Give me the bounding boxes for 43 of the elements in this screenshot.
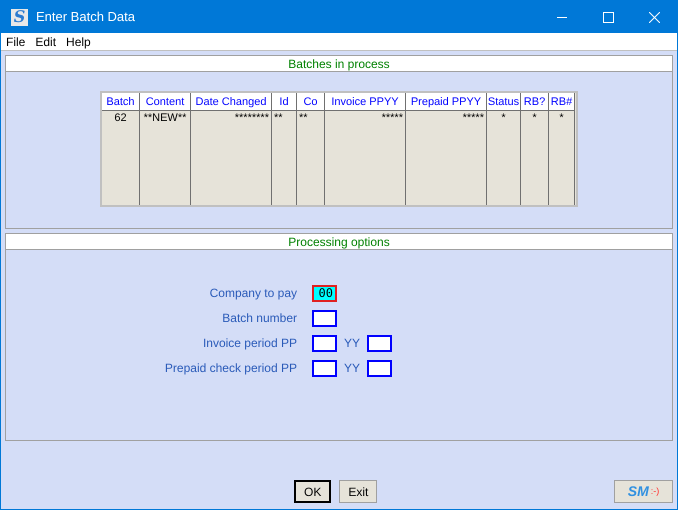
- column-header[interactable]: RB?: [521, 93, 548, 111]
- section-header: Processing options: [5, 233, 673, 250]
- table-cell-text: ********: [234, 111, 270, 125]
- section-header: Batches in process: [5, 55, 673, 72]
- table-cell-text: *: [558, 111, 565, 125]
- field-label: Company to pay: [208, 285, 298, 302]
- dialog-button[interactable]: OK: [294, 480, 332, 503]
- column-header[interactable]: Invoice PPYY: [325, 93, 405, 111]
- field-label: YY: [343, 360, 362, 377]
- table-cell-text: *****: [462, 111, 485, 125]
- column-header[interactable]: Content: [140, 93, 190, 111]
- column-header[interactable]: Date Changed: [191, 93, 271, 111]
- column-header[interactable]: Batch: [102, 93, 139, 111]
- field-label: Prepaid check period PP: [164, 360, 298, 377]
- column-header[interactable]: Id: [272, 93, 296, 111]
- column-header[interactable]: Prepaid PPYY: [406, 93, 486, 111]
- app-icon: S: [11, 8, 28, 26]
- input-field[interactable]: [312, 360, 337, 376]
- table-cell-text: 62: [113, 111, 128, 125]
- table-cell-text: **NEW**: [142, 111, 188, 125]
- table-cell-text: **: [298, 111, 309, 125]
- column-header[interactable]: Co: [297, 93, 324, 111]
- table-cell-text: *: [500, 111, 507, 125]
- table-cell-text: **: [273, 111, 284, 125]
- menu-item[interactable]: Help: [61, 32, 96, 50]
- table-cell-text: *****: [380, 111, 404, 125]
- field-label: YY: [343, 335, 362, 352]
- table-cell-text: *: [531, 111, 538, 125]
- dialog-button[interactable]: Exit: [339, 480, 378, 503]
- input-field[interactable]: [367, 334, 392, 352]
- column-header[interactable]: RB#: [549, 93, 574, 111]
- input-field[interactable]: [312, 334, 337, 352]
- field-label: Batch number: [221, 310, 298, 327]
- input-field[interactable]: 00: [312, 284, 337, 302]
- column-header[interactable]: Status: [487, 93, 520, 111]
- input-field[interactable]: [312, 310, 337, 326]
- smiley-text: :-): [650, 484, 660, 498]
- window-title: Enter Batch Data: [36, 8, 135, 26]
- field-label: Invoice period PP: [202, 335, 298, 352]
- logo-text: SM: [628, 482, 649, 501]
- menu-item[interactable]: File: [1, 32, 30, 50]
- menu-item[interactable]: Edit: [30, 32, 62, 50]
- input-field[interactable]: [367, 360, 392, 376]
